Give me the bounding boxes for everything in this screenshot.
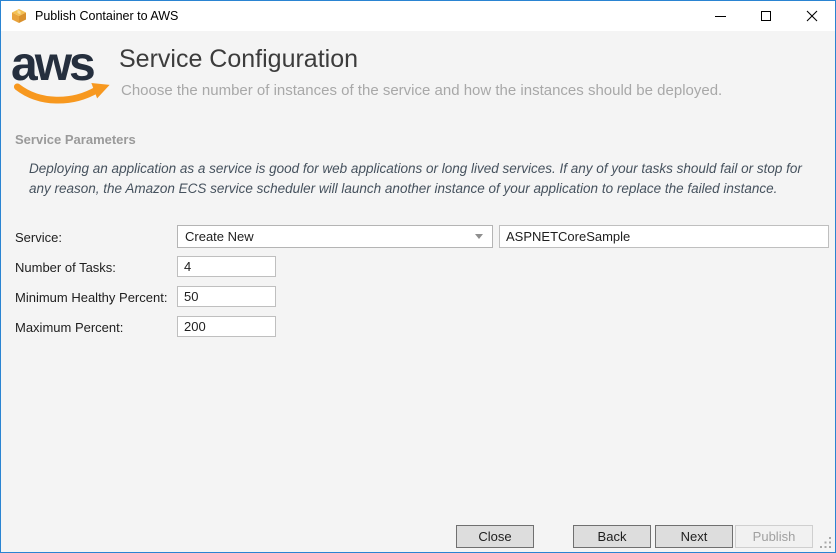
close-dialog-button[interactable]: Close: [456, 525, 534, 548]
section-description: Deploying an application as a service is…: [29, 159, 823, 198]
minimize-icon: [715, 16, 726, 17]
back-button[interactable]: Back: [573, 525, 651, 548]
section-title: Service Parameters: [15, 132, 136, 147]
service-label: Service:: [15, 230, 62, 245]
minimize-button[interactable]: [697, 1, 743, 31]
maximum-percent-label: Maximum Percent:: [15, 320, 123, 335]
resize-grip-icon[interactable]: [819, 536, 832, 549]
service-dropdown[interactable]: Create New: [177, 225, 493, 248]
service-name-input[interactable]: [499, 225, 829, 248]
package-icon: [11, 8, 27, 24]
maximize-icon: [761, 11, 771, 21]
maximize-button[interactable]: [743, 1, 789, 31]
window-title: Publish Container to AWS: [35, 9, 178, 23]
minimum-healthy-percent-input[interactable]: [177, 286, 276, 307]
number-of-tasks-input[interactable]: [177, 256, 276, 277]
close-button[interactable]: [789, 1, 835, 31]
close-icon: [806, 10, 818, 22]
page-title: Service Configuration: [119, 45, 358, 74]
maximum-percent-input[interactable]: [177, 316, 276, 337]
chevron-down-icon: [475, 234, 483, 239]
titlebar: Publish Container to AWS: [1, 1, 835, 31]
number-of-tasks-label: Number of Tasks:: [15, 260, 116, 275]
page-subtitle: Choose the number of instances of the se…: [121, 82, 722, 99]
publish-container-dialog: Publish Container to AWS aws Service Con…: [0, 0, 836, 553]
publish-button: Publish: [735, 525, 813, 548]
minimum-healthy-percent-label: Minimum Healthy Percent:: [15, 290, 167, 305]
service-dropdown-value: Create New: [185, 229, 254, 244]
aws-logo: aws: [11, 45, 115, 107]
aws-logo-text: aws: [11, 45, 115, 86]
window-controls: [697, 1, 835, 31]
next-button[interactable]: Next: [655, 525, 733, 548]
